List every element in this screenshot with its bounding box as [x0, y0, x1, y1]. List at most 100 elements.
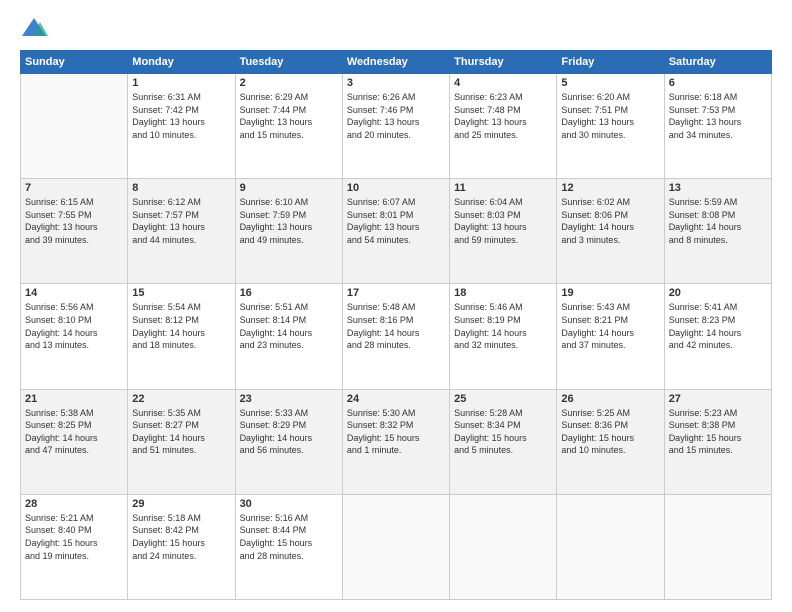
day-number: 28 — [25, 498, 123, 510]
day-number: 30 — [240, 498, 338, 510]
day-number: 24 — [347, 393, 445, 405]
calendar-cell: 25 Sunrise: 5:28 AMSunset: 8:34 PMDayligh… — [450, 389, 557, 494]
day-info: Sunrise: 5:48 AMSunset: 8:16 PMDaylight:… — [347, 301, 445, 351]
weekday-header-row: SundayMondayTuesdayWednesdayThursdayFrid… — [21, 51, 772, 74]
calendar-cell — [342, 494, 449, 599]
calendar-cell: 1 Sunrise: 6:31 AMSunset: 7:42 PMDaylight… — [128, 74, 235, 179]
day-info: Sunrise: 5:54 AMSunset: 8:12 PMDaylight:… — [132, 301, 230, 351]
calendar-cell: 11Sunrise: 6:04 AMSunset: 8:03 PMDayligh… — [450, 179, 557, 284]
header — [20, 16, 772, 40]
day-number: 25 — [454, 393, 552, 405]
day-info: Sunrise: 5:35 AMSunset: 8:27 PMDaylight:… — [132, 407, 230, 457]
weekday-header-tuesday: Tuesday — [235, 51, 342, 74]
day-number: 9 — [240, 182, 338, 194]
day-info: Sunrise: 5:30 AMSunset: 8:32 PMDaylight:… — [347, 407, 445, 457]
calendar-cell: 10 Sunrise: 6:07 AMSunset: 8:01 PMDayligh… — [342, 179, 449, 284]
page: SundayMondayTuesdayWednesdayThursdayFrid… — [0, 0, 792, 612]
day-info: Sunrise: 5:33 AMSunset: 8:29 PMDaylight:… — [240, 407, 338, 457]
day-number: 1 — [132, 77, 230, 89]
calendar-cell — [450, 494, 557, 599]
calendar-cell: 26Sunrise: 5:25 AMSunset: 8:36 PMDayligh… — [557, 389, 664, 494]
day-info: Sunrise: 6:18 AMSunset: 7:53 PMDaylight:… — [669, 91, 767, 141]
calendar-cell: 15 Sunrise: 5:54 AMSunset: 8:12 PMDayligh… — [128, 284, 235, 389]
day-info: Sunrise: 6:31 AMSunset: 7:42 PMDaylight:… — [132, 91, 230, 141]
day-info: Sunrise: 5:21 AMSunset: 8:40 PMDaylight:… — [25, 512, 123, 562]
calendar-cell: 4 Sunrise: 6:23 AMSunset: 7:48 PMDaylight… — [450, 74, 557, 179]
day-number: 3 — [347, 77, 445, 89]
day-info: Sunrise: 6:07 AMSunset: 8:01 PMDaylight:… — [347, 196, 445, 246]
day-info: Sunrise: 5:46 AMSunset: 8:19 PMDaylight:… — [454, 301, 552, 351]
calendar-cell: 12 Sunrise: 6:02 AMSunset: 8:06 PMDayligh… — [557, 179, 664, 284]
day-number: 14 — [25, 287, 123, 299]
calendar-cell: 18Sunrise: 5:46 AMSunset: 8:19 PMDayligh… — [450, 284, 557, 389]
day-number: 5 — [561, 77, 659, 89]
day-info: Sunrise: 5:23 AMSunset: 8:38 PMDaylight:… — [669, 407, 767, 457]
weekday-header-wednesday: Wednesday — [342, 51, 449, 74]
day-number: 10 — [347, 182, 445, 194]
day-number: 17 — [347, 287, 445, 299]
calendar-cell: 5 Sunrise: 6:20 AMSunset: 7:51 PMDaylight… — [557, 74, 664, 179]
calendar-week-row: 28 Sunrise: 5:21 AMSunset: 8:40 PMDayligh… — [21, 494, 772, 599]
day-number: 7 — [25, 182, 123, 194]
day-info: Sunrise: 6:02 AMSunset: 8:06 PMDaylight:… — [561, 196, 659, 246]
calendar-cell: 3 Sunrise: 6:26 AMSunset: 7:46 PMDaylight… — [342, 74, 449, 179]
calendar-week-row: 1 Sunrise: 6:31 AMSunset: 7:42 PMDaylight… — [21, 74, 772, 179]
day-info: Sunrise: 6:12 AMSunset: 7:57 PMDaylight:… — [132, 196, 230, 246]
calendar-cell: 16 Sunrise: 5:51 AMSunset: 8:14 PMDayligh… — [235, 284, 342, 389]
calendar-cell: 19Sunrise: 5:43 AMSunset: 8:21 PMDayligh… — [557, 284, 664, 389]
calendar-cell — [557, 494, 664, 599]
calendar-cell — [21, 74, 128, 179]
day-number: 21 — [25, 393, 123, 405]
calendar-cell: 27 Sunrise: 5:23 AMSunset: 8:38 PMDayligh… — [664, 389, 771, 494]
calendar-week-row: 21Sunrise: 5:38 AMSunset: 8:25 PMDayligh… — [21, 389, 772, 494]
day-number: 4 — [454, 77, 552, 89]
day-info: Sunrise: 6:15 AMSunset: 7:55 PMDaylight:… — [25, 196, 123, 246]
day-number: 13 — [669, 182, 767, 194]
calendar-cell: 21Sunrise: 5:38 AMSunset: 8:25 PMDayligh… — [21, 389, 128, 494]
calendar-cell: 28 Sunrise: 5:21 AMSunset: 8:40 PMDayligh… — [21, 494, 128, 599]
day-number: 2 — [240, 77, 338, 89]
logo-icon — [20, 16, 48, 40]
day-info: Sunrise: 6:26 AMSunset: 7:46 PMDaylight:… — [347, 91, 445, 141]
day-info: Sunrise: 6:29 AMSunset: 7:44 PMDaylight:… — [240, 91, 338, 141]
calendar-cell: 24 Sunrise: 5:30 AMSunset: 8:32 PMDayligh… — [342, 389, 449, 494]
calendar-cell: 13 Sunrise: 5:59 AMSunset: 8:08 PMDayligh… — [664, 179, 771, 284]
calendar-cell: 8 Sunrise: 6:12 AMSunset: 7:57 PMDaylight… — [128, 179, 235, 284]
day-number: 12 — [561, 182, 659, 194]
day-number: 8 — [132, 182, 230, 194]
day-number: 20 — [669, 287, 767, 299]
day-info: Sunrise: 5:59 AMSunset: 8:08 PMDaylight:… — [669, 196, 767, 246]
calendar-week-row: 7 Sunrise: 6:15 AMSunset: 7:55 PMDaylight… — [21, 179, 772, 284]
day-number: 27 — [669, 393, 767, 405]
calendar-cell: 29Sunrise: 5:18 AMSunset: 8:42 PMDayligh… — [128, 494, 235, 599]
weekday-header-friday: Friday — [557, 51, 664, 74]
day-number: 26 — [561, 393, 659, 405]
calendar-cell — [664, 494, 771, 599]
day-number: 23 — [240, 393, 338, 405]
day-info: Sunrise: 5:16 AMSunset: 8:44 PMDaylight:… — [240, 512, 338, 562]
day-number: 22 — [132, 393, 230, 405]
weekday-header-thursday: Thursday — [450, 51, 557, 74]
day-info: Sunrise: 5:18 AMSunset: 8:42 PMDaylight:… — [132, 512, 230, 562]
day-info: Sunrise: 5:43 AMSunset: 8:21 PMDaylight:… — [561, 301, 659, 351]
day-info: Sunrise: 6:23 AMSunset: 7:48 PMDaylight:… — [454, 91, 552, 141]
day-number: 16 — [240, 287, 338, 299]
calendar-cell: 30 Sunrise: 5:16 AMSunset: 8:44 PMDayligh… — [235, 494, 342, 599]
day-info: Sunrise: 5:51 AMSunset: 8:14 PMDaylight:… — [240, 301, 338, 351]
day-number: 6 — [669, 77, 767, 89]
calendar-cell: 7 Sunrise: 6:15 AMSunset: 7:55 PMDaylight… — [21, 179, 128, 284]
weekday-header-sunday: Sunday — [21, 51, 128, 74]
day-info: Sunrise: 6:04 AMSunset: 8:03 PMDaylight:… — [454, 196, 552, 246]
day-info: Sunrise: 5:41 AMSunset: 8:23 PMDaylight:… — [669, 301, 767, 351]
calendar-cell: 22 Sunrise: 5:35 AMSunset: 8:27 PMDayligh… — [128, 389, 235, 494]
calendar-cell: 20 Sunrise: 5:41 AMSunset: 8:23 PMDayligh… — [664, 284, 771, 389]
calendar-cell: 9 Sunrise: 6:10 AMSunset: 7:59 PMDaylight… — [235, 179, 342, 284]
day-info: Sunrise: 6:20 AMSunset: 7:51 PMDaylight:… — [561, 91, 659, 141]
day-number: 15 — [132, 287, 230, 299]
logo — [20, 16, 52, 40]
day-info: Sunrise: 6:10 AMSunset: 7:59 PMDaylight:… — [240, 196, 338, 246]
day-info: Sunrise: 5:28 AMSunset: 8:34 PMDaylight:… — [454, 407, 552, 457]
calendar-cell: 17 Sunrise: 5:48 AMSunset: 8:16 PMDayligh… — [342, 284, 449, 389]
calendar-cell: 14Sunrise: 5:56 AMSunset: 8:10 PMDayligh… — [21, 284, 128, 389]
weekday-header-saturday: Saturday — [664, 51, 771, 74]
